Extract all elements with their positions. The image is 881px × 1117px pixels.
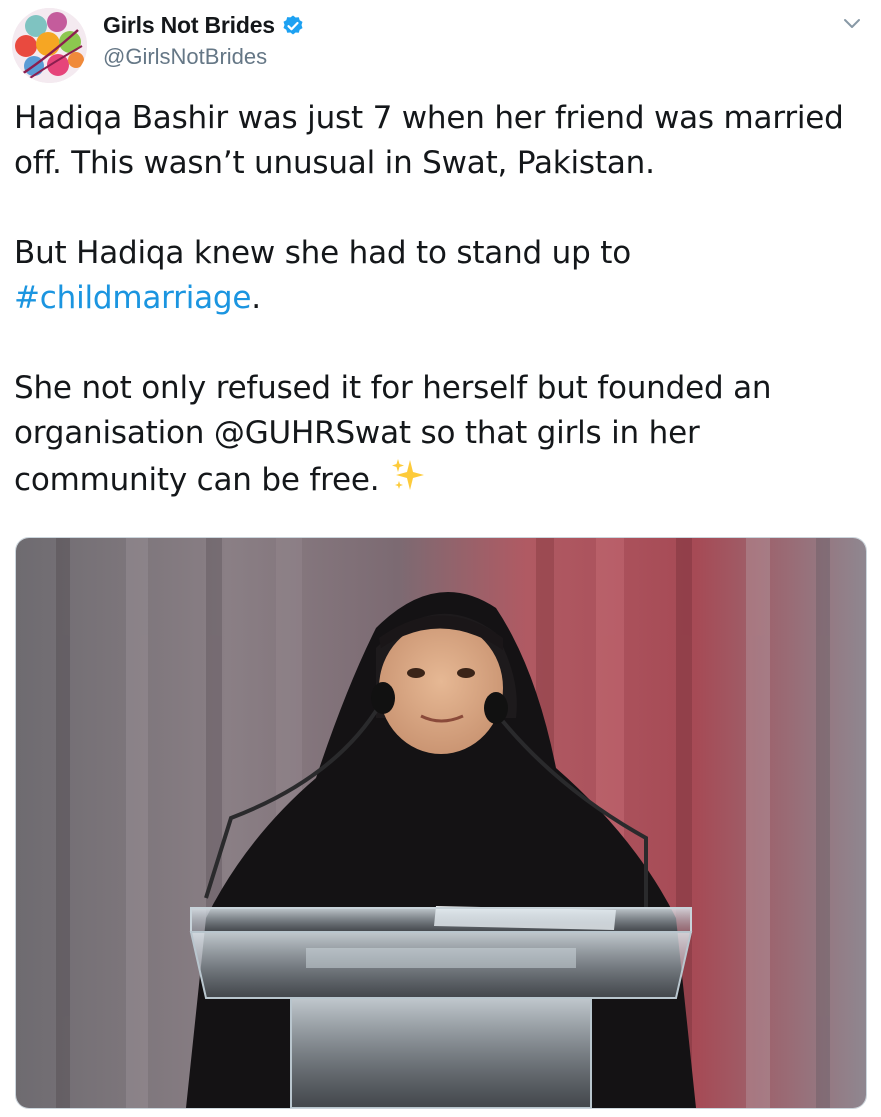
girls-not-brides-logo-icon xyxy=(12,8,87,83)
tweet-text: Hadiqa Bashir was just 7 when her friend… xyxy=(14,96,864,503)
speaker-at-podium-photo-icon xyxy=(16,538,866,1108)
sparkles-emoji-icon xyxy=(389,456,427,494)
user-handle[interactable]: @GirlsNotBrides xyxy=(103,44,267,70)
tweet-paragraph-2: But Hadiqa knew she had to stand up to #… xyxy=(14,231,864,321)
tweet-paragraph-3: She not only refused it for herself but … xyxy=(14,366,864,503)
hashtag-childmarriage-link[interactable]: #childmarriage xyxy=(14,280,251,316)
avatar[interactable] xyxy=(12,8,87,83)
tweet-paragraph-1: Hadiqa Bashir was just 7 when her friend… xyxy=(14,100,844,181)
verified-badge-icon xyxy=(281,14,305,38)
chevron-down-icon[interactable] xyxy=(841,12,863,34)
paragraph-2-end: . xyxy=(251,280,261,316)
author-name-row[interactable]: Girls Not Brides xyxy=(103,12,305,39)
tweet-card[interactable]: Girls Not Brides @GirlsNotBrides Hadiqa … xyxy=(0,0,881,1117)
display-name[interactable]: Girls Not Brides xyxy=(103,12,275,39)
mention-guhrswat-link[interactable]: @GUHRSwat xyxy=(214,415,411,451)
paragraph-2-text: But Hadiqa knew she had to stand up to xyxy=(14,235,631,271)
tweet-photo[interactable] xyxy=(15,537,867,1109)
